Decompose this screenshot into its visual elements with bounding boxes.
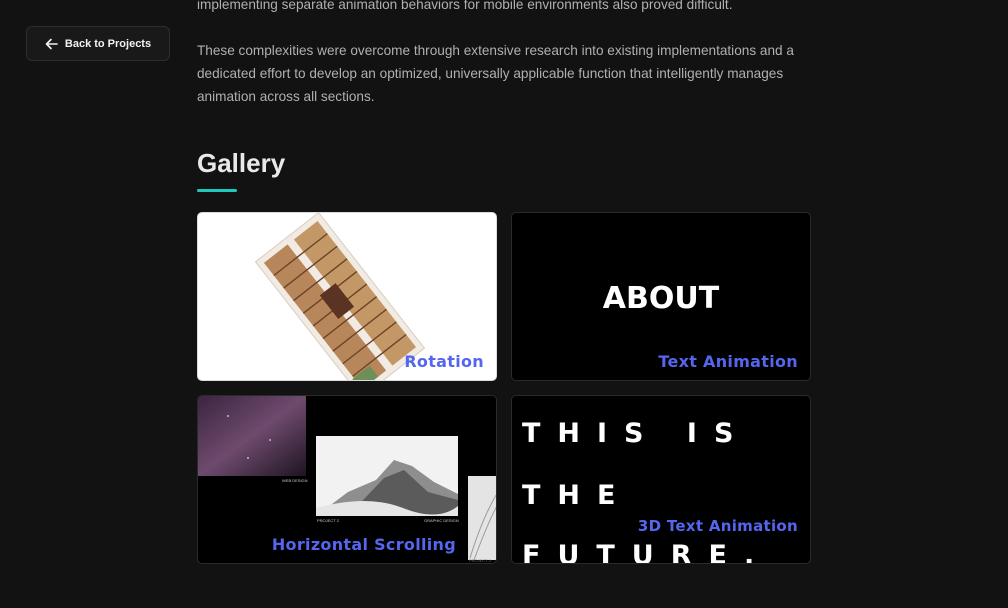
body-text-top: implementing separate animation behavior…: [197, 0, 733, 12]
about-preview-text: ABOUT: [602, 281, 720, 316]
preview-line: THIS IS: [522, 418, 751, 449]
gallery-item-label: Horizontal Scrolling: [271, 535, 456, 554]
gallery-item-text-animation[interactable]: ABOUT Text Animation: [511, 212, 811, 381]
preview-caption: WEB DESIGN: [282, 478, 308, 483]
back-to-projects-label: Back to Projects: [64, 37, 152, 50]
gallery-item-horizontal-scrolling[interactable]: WEB DESIGN PROJECT 2 GRAPHIC DESIGN PROJ…: [197, 395, 497, 564]
gallery-title: Gallery: [197, 148, 286, 178]
preview-line: THE: [522, 480, 633, 511]
arrow-left-icon: [45, 38, 58, 49]
gallery-item-rotation[interactable]: Rotation: [197, 212, 497, 381]
gallery-title-underline: [197, 189, 237, 192]
preview-caption: PROJECT 2: [317, 518, 339, 523]
body-paragraph: These complexities were overcome through…: [197, 43, 794, 104]
gallery-item-label: Text Animation: [658, 352, 798, 371]
gallery-item-label: Rotation: [404, 352, 484, 371]
back-to-projects-button[interactable]: Back to Projects: [26, 26, 170, 61]
preview-caption: GRAPHIC DESIGN: [424, 518, 459, 523]
preview-caption: PROJECT 3: [469, 558, 491, 563]
preview-line: FUTURE.: [522, 540, 772, 564]
gallery-item-label: 3D Text Animation: [637, 517, 798, 535]
gallery-item-3d-text-animation[interactable]: THIS IS THE FUTURE. 3D Text Animation: [511, 395, 811, 564]
